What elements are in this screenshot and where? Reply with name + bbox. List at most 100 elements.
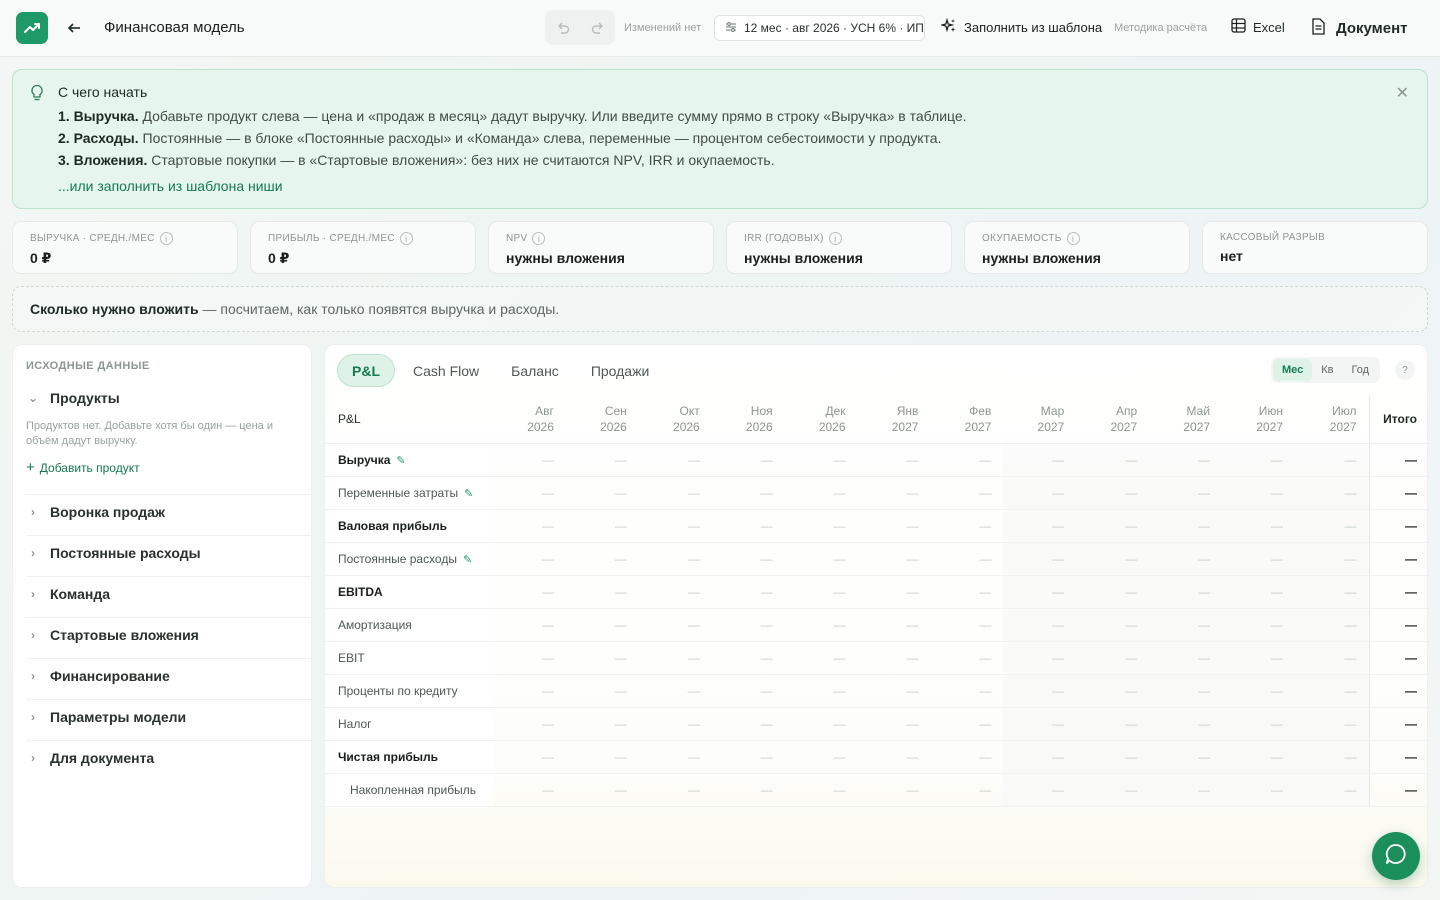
table-cell[interactable]: — — [493, 443, 566, 477]
table-cell[interactable]: — — [565, 608, 639, 642]
period-option[interactable]: Год — [1343, 359, 1379, 381]
table-cell[interactable]: — — [930, 608, 1004, 642]
pencil-icon[interactable]: ✎ — [463, 554, 472, 566]
fill-from-template-button[interactable]: Заполнить из шаблона — [939, 17, 1102, 37]
tab[interactable]: Продажи — [577, 354, 663, 387]
redo-icon[interactable] — [587, 17, 609, 39]
table-cell[interactable]: — — [711, 575, 785, 609]
table-cell[interactable]: — — [1076, 773, 1150, 807]
section-item[interactable]: › Финансирование — [26, 668, 306, 684]
table-cell[interactable]: — — [1149, 509, 1223, 543]
table-cell[interactable]: — — [1149, 575, 1223, 609]
section-item[interactable]: › Стартовые вложения — [26, 627, 306, 643]
table-cell[interactable]: — — [1003, 443, 1077, 477]
section-products[interactable]: ⌄ Продукты — [26, 390, 306, 406]
table-cell[interactable]: — — [638, 707, 712, 741]
table-cell[interactable]: — — [1294, 641, 1369, 675]
table-cell[interactable]: — — [857, 476, 931, 510]
table-cell[interactable]: — — [857, 641, 931, 675]
table-cell[interactable]: — — [930, 773, 1004, 807]
table-cell[interactable]: — — [638, 641, 712, 675]
table-cell[interactable]: — — [565, 476, 639, 510]
table-cell[interactable]: — — [565, 542, 639, 576]
table-cell[interactable]: — — [638, 608, 712, 642]
table-cell[interactable]: — — [1222, 641, 1295, 675]
tab[interactable]: Баланс — [497, 354, 573, 387]
table-cell[interactable]: — — [784, 707, 858, 741]
table-cell[interactable]: — — [1003, 740, 1077, 774]
table-cell[interactable]: — — [565, 575, 639, 609]
table-cell[interactable]: — — [1149, 608, 1223, 642]
table-cell[interactable]: — — [565, 443, 639, 477]
table-cell[interactable]: — — [638, 443, 712, 477]
table-cell[interactable]: — — [1076, 575, 1150, 609]
info-icon[interactable]: i — [532, 232, 546, 245]
table-cell[interactable]: — — [493, 707, 566, 741]
table-cell[interactable]: — — [1076, 509, 1150, 543]
table-cell[interactable]: — — [493, 509, 566, 543]
table-cell[interactable]: — — [1222, 443, 1295, 477]
table-cell[interactable]: — — [1222, 575, 1295, 609]
table-cell[interactable]: — — [711, 674, 785, 708]
table-cell[interactable]: — — [1003, 707, 1077, 741]
table-cell[interactable]: — — [784, 575, 858, 609]
pencil-icon[interactable]: ✎ — [396, 455, 405, 467]
tab[interactable]: P&L — [337, 354, 395, 387]
table-cell[interactable]: — — [857, 509, 931, 543]
table-cell[interactable]: — — [784, 443, 858, 477]
table-cell[interactable]: — — [565, 707, 639, 741]
table-cell[interactable]: — — [1076, 674, 1150, 708]
table-cell[interactable]: — — [1294, 707, 1369, 741]
table-cell[interactable]: — — [1076, 707, 1150, 741]
table-cell[interactable]: — — [784, 476, 858, 510]
table-cell[interactable]: — — [1222, 608, 1295, 642]
table-cell[interactable]: — — [1294, 509, 1369, 543]
table-cell[interactable]: — — [711, 740, 785, 774]
table-cell[interactable]: — — [1149, 641, 1223, 675]
help-button[interactable]: ? — [1395, 360, 1415, 380]
fill-from-niche-template-link[interactable]: ...или заполнить из шаблона ниши — [58, 178, 283, 194]
table-cell[interactable]: — — [1076, 608, 1150, 642]
table-cell[interactable]: — — [857, 674, 931, 708]
app-logo-icon[interactable] — [16, 12, 48, 44]
table-cell[interactable]: — — [784, 641, 858, 675]
table-cell[interactable]: — — [857, 773, 931, 807]
table-cell[interactable]: — — [1222, 707, 1295, 741]
table-cell[interactable]: — — [493, 542, 566, 576]
table-cell[interactable]: — — [493, 476, 566, 510]
pencil-icon[interactable]: ✎ — [464, 488, 473, 500]
table-cell[interactable]: — — [1294, 608, 1369, 642]
table-cell[interactable]: — — [1076, 740, 1150, 774]
excel-export-button[interactable]: Excel — [1231, 18, 1285, 36]
table-cell[interactable]: — — [565, 509, 639, 543]
table-cell[interactable]: — — [493, 773, 566, 807]
table-cell[interactable]: — — [565, 740, 639, 774]
add-product-button[interactable]: + Добавить продукт — [26, 459, 140, 476]
table-cell[interactable]: — — [784, 674, 858, 708]
table-cell[interactable]: — — [711, 608, 785, 642]
table-cell[interactable]: — — [857, 575, 931, 609]
table-cell[interactable]: — — [784, 509, 858, 543]
table-cell[interactable]: — — [638, 476, 712, 510]
table-cell[interactable]: — — [1222, 476, 1295, 510]
table-cell[interactable]: — — [1003, 674, 1077, 708]
table-cell[interactable]: — — [1294, 476, 1369, 510]
info-icon[interactable]: i — [159, 232, 173, 245]
table-cell[interactable]: — — [784, 740, 858, 774]
table-cell[interactable]: — — [493, 575, 566, 609]
table-cell[interactable]: — — [493, 608, 566, 642]
info-icon[interactable]: i — [399, 232, 413, 245]
table-cell[interactable]: — — [857, 542, 931, 576]
table-cell[interactable]: — — [1003, 476, 1077, 510]
section-item[interactable]: › Постоянные расходы — [26, 545, 306, 561]
chat-button[interactable] — [1372, 832, 1420, 880]
table-cell[interactable]: — — [1149, 476, 1223, 510]
table-cell[interactable]: — — [638, 509, 712, 543]
table-cell[interactable]: — — [1076, 476, 1150, 510]
table-cell[interactable]: — — [930, 443, 1004, 477]
section-item[interactable]: › Команда — [26, 586, 306, 602]
back-arrow-icon[interactable] — [62, 16, 86, 40]
table-cell[interactable]: — — [638, 740, 712, 774]
table-cell[interactable]: — — [638, 773, 712, 807]
table-cell[interactable]: — — [930, 674, 1004, 708]
